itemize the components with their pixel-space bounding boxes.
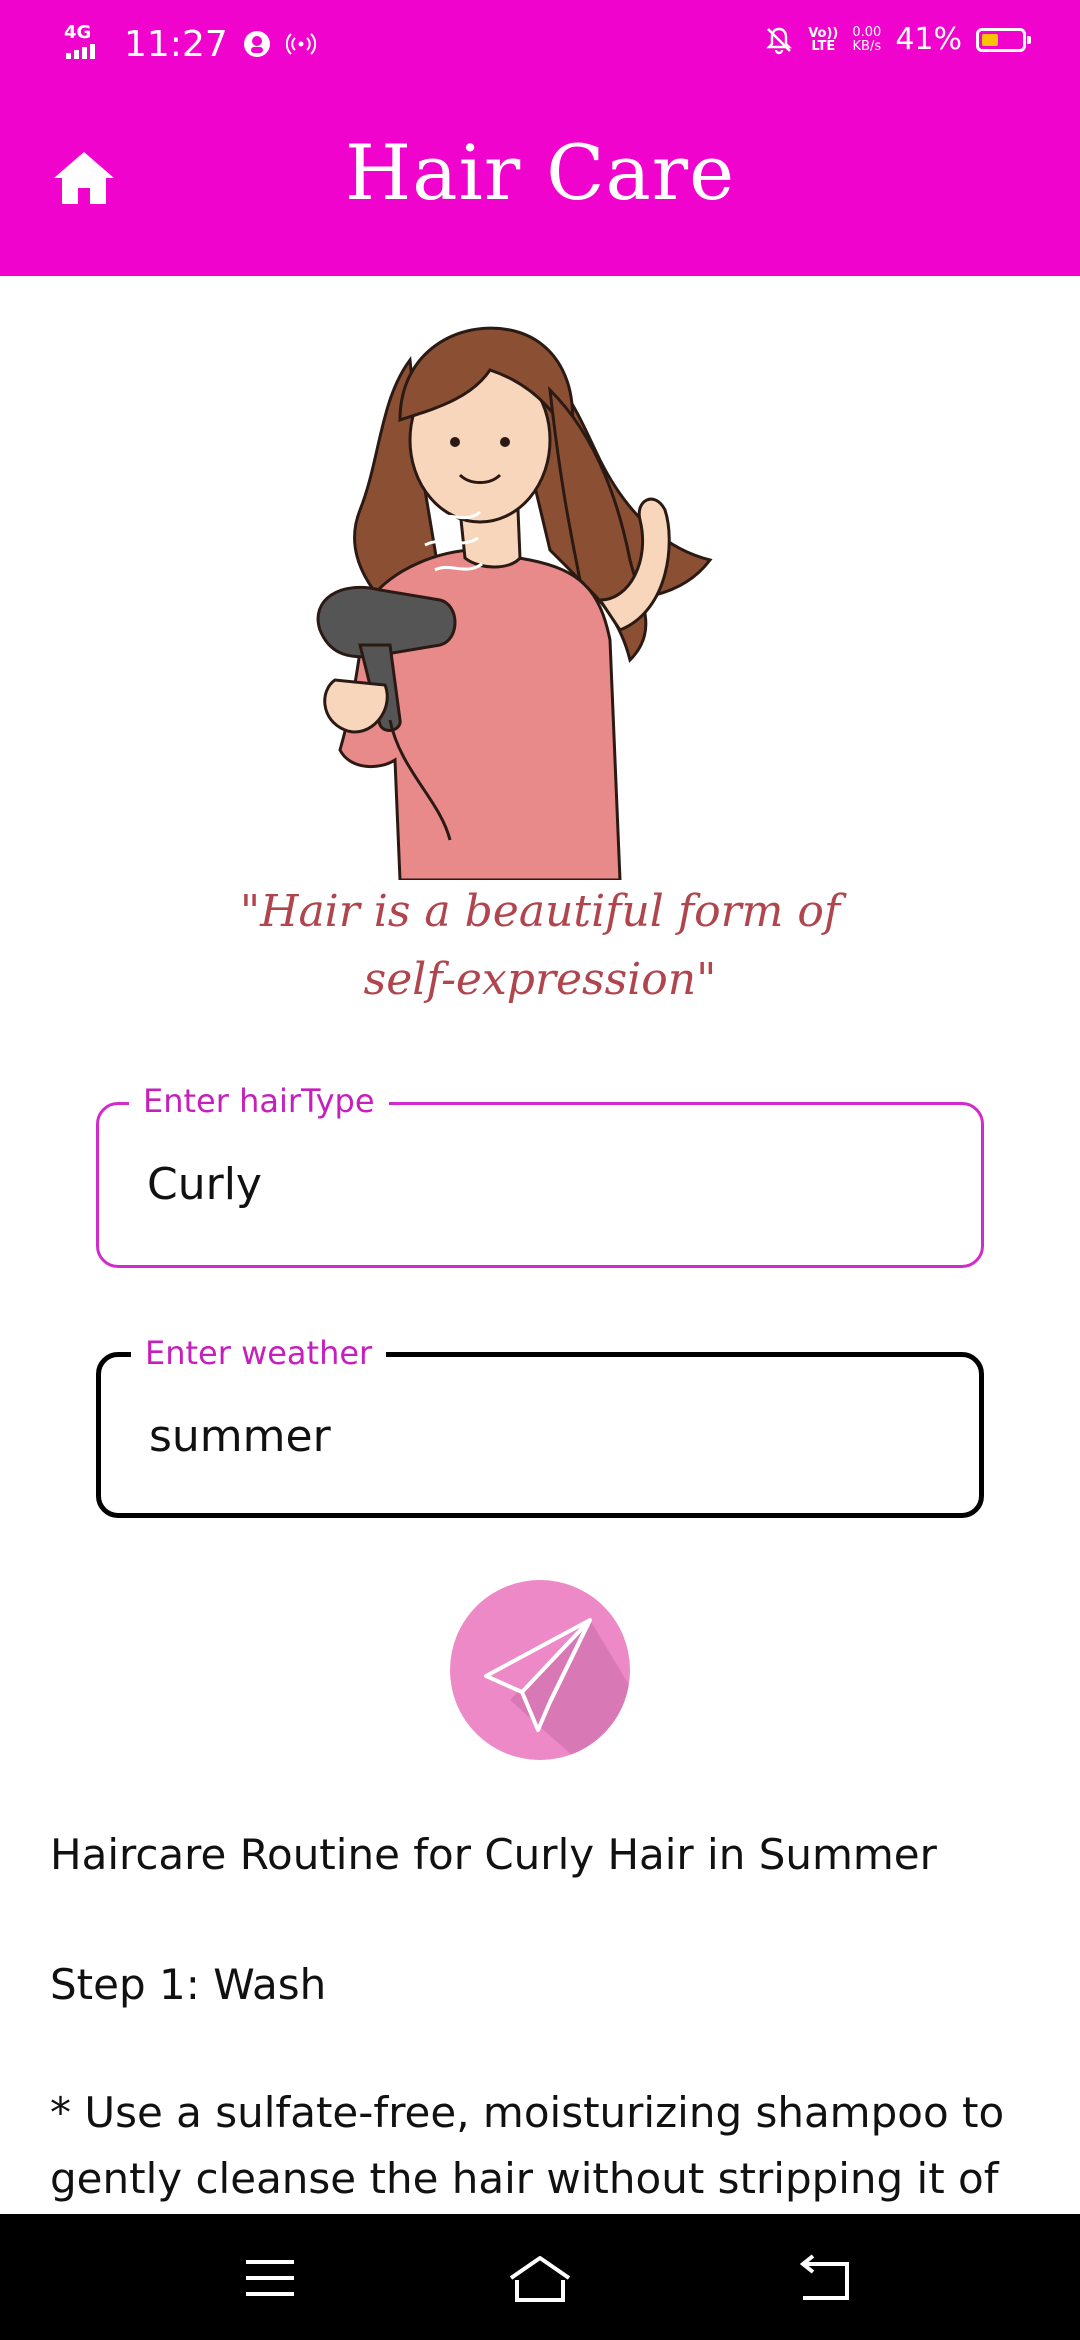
- weather-field[interactable]: Enter weather summer: [96, 1333, 984, 1518]
- weather-input[interactable]: summer: [149, 1409, 331, 1465]
- step-title: Step 1: Wash: [50, 1960, 327, 2009]
- speed-value: 0.00: [852, 24, 882, 40]
- menu-icon[interactable]: [240, 2250, 300, 2306]
- mute-bell-icon: [766, 27, 793, 54]
- routine-heading: Haircare Routine for Curly Hair in Summe…: [50, 1830, 937, 1879]
- hotspot-icon: [243, 31, 270, 57]
- send-button[interactable]: [450, 1580, 630, 1760]
- page-title: Hair Care: [344, 128, 736, 217]
- hair-type-label: Enter hairType: [129, 1081, 389, 1121]
- volte-top: Vo)): [808, 25, 839, 41]
- hair-type-field[interactable]: Enter hairType Curly: [96, 1081, 984, 1268]
- back-icon[interactable]: [795, 2250, 855, 2306]
- hero-illustration: [316, 326, 713, 880]
- system-nav-bar: [0, 2214, 1080, 2340]
- signal-icon: 4G: [60, 22, 110, 66]
- network-type: 4G: [64, 22, 92, 43]
- volte-indicator: Vo)) LTE: [808, 27, 838, 53]
- status-left: 4G 11:27: [60, 22, 316, 66]
- paper-plane-icon: [484, 1618, 630, 1760]
- broadcast-icon: [285, 33, 316, 55]
- speed-unit: KB/s: [852, 38, 882, 54]
- battery-fill: [982, 33, 998, 46]
- app-bar: Hair Care: [0, 88, 1080, 276]
- network-speed: 0.00 KB/s: [852, 24, 882, 54]
- status-right: Vo)) LTE 0.00 KB/s 41%: [764, 22, 1031, 57]
- volte-bottom: LTE: [811, 38, 836, 54]
- hair-type-input[interactable]: Curly: [147, 1157, 262, 1213]
- step-body-line-1: * Use a sulfate-free, moisturizing shamp…: [50, 2088, 1005, 2137]
- clock: 11:27: [124, 23, 228, 65]
- quote-line-1: "Hair is a beautiful form of: [239, 886, 841, 937]
- battery-icon: [976, 27, 1031, 52]
- step-body-line-2: gently cleanse the hair without strippin…: [50, 2154, 999, 2203]
- hero-quote: "Hair is a beautiful form of self-expres…: [140, 878, 940, 1014]
- weather-label: Enter weather: [131, 1333, 387, 1373]
- quote-line-2: self-expression": [363, 954, 717, 1005]
- battery-percent: 41%: [895, 22, 962, 57]
- status-bar: 4G 11:27 Vo)) LTE 0.00 KB/s 41%: [0, 0, 1080, 88]
- routine-result: Haircare Routine for Curly Hair in Summe…: [50, 1820, 1040, 2212]
- home-nav-icon[interactable]: [505, 2250, 575, 2306]
